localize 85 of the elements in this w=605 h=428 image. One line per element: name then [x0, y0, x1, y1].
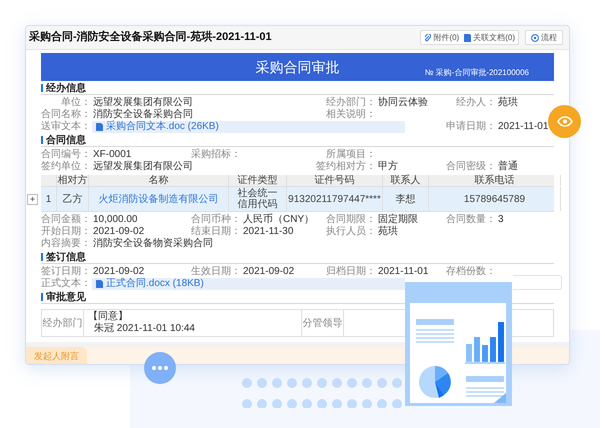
field-value: 2021-11-01 — [378, 266, 428, 278]
column-header: 证件类型 — [238, 175, 278, 186]
column-header: 联系电话 — [474, 175, 514, 186]
section-title: 签订信息 — [46, 250, 86, 264]
field-label: 生效日期： — [191, 266, 241, 278]
field-label: 送审文本： — [41, 121, 91, 133]
field-value: 2021-11-01 — [498, 121, 548, 133]
flow-button[interactable]: 流程 — [525, 30, 563, 45]
table-cell-text: 分管领导 — [302, 316, 342, 330]
approval-verdict: 【同意】 — [88, 311, 129, 322]
field-value: 远望发展集团有限公司 — [93, 161, 193, 173]
table-cell: 1 — [46, 194, 52, 204]
document-icon — [464, 34, 472, 42]
field-label: 正式文本： — [41, 278, 91, 290]
field-value: 普通 — [498, 161, 518, 173]
field-value: 2021-09-02 — [93, 266, 144, 278]
field-value: 2021-11-30 — [243, 226, 294, 238]
field-value: 2021-09-02 — [243, 266, 294, 278]
input-field[interactable] — [513, 275, 562, 290]
attachment-link[interactable]: 采购合同文本.doc (26KB) — [92, 121, 405, 133]
view-button[interactable] — [548, 105, 581, 138]
field-value: 3 — [498, 214, 504, 226]
field-label: 签约单位： — [41, 161, 91, 173]
field-label: 开始日期： — [41, 226, 91, 238]
eye-icon — [556, 116, 572, 127]
related-documents-button[interactable]: 关联文档(0) — [464, 32, 515, 44]
field-label: 合同编号： — [41, 149, 91, 160]
field-value: 甲方 — [378, 161, 398, 173]
company-link[interactable]: 火炬消防设备制造有限公司 — [98, 194, 218, 204]
column-header: 证件号码 — [314, 175, 354, 186]
field-value: 消防安全设备物资采购合同 — [93, 238, 213, 250]
field-value: 固定期限 — [378, 214, 418, 226]
field-label: 存档份数： — [446, 266, 496, 278]
field-value: 10,000.00 — [93, 214, 138, 226]
field-label: 合同数量： — [446, 214, 496, 226]
column-header: 名称 — [148, 175, 168, 186]
field-label: 结束日期： — [191, 226, 241, 238]
form-title: 采购合同审批 — [256, 58, 340, 76]
field-value: 消防安全设备采购合同 — [93, 109, 193, 120]
field-label: 签约相对方： — [316, 161, 376, 173]
field-value: 远望发展集团有限公司 — [93, 97, 193, 108]
field-label: 合同名称： — [41, 109, 91, 120]
field-value: 协同云体验 — [378, 97, 428, 109]
document-icon — [96, 123, 103, 131]
window-title: 采购合同-消防安全设备采购合同-苑珙-2021-11-01 — [29, 30, 272, 46]
section-title: 合同信息 — [46, 134, 86, 148]
field-label: 经办人： — [455, 97, 496, 109]
flow-icon — [531, 34, 539, 42]
field-label: 合同币种： — [191, 214, 241, 226]
section-title: 经办信息 — [46, 82, 86, 96]
field-label: 相关说明： — [325, 109, 376, 121]
table-cell: 乙方 — [62, 194, 82, 204]
table-cell: 91320211797447**** — [288, 194, 381, 204]
field-label: 经办部门： — [325, 97, 376, 108]
field-label: 内容摘要： — [41, 238, 91, 250]
table-cell: 15789645789 — [464, 194, 526, 204]
paperclip-icon — [424, 34, 432, 42]
field-value: 苑珙 — [378, 226, 398, 238]
field-label: 归档日期： — [325, 266, 376, 278]
field-value: 苑珙 — [498, 97, 518, 109]
column-header: 联系人 — [390, 175, 420, 186]
approval-signature: 朱冠 2021-11-01 10:44 — [93, 323, 196, 335]
field-label: 所属项目： — [325, 149, 376, 160]
table-cell: 李想 — [396, 194, 416, 204]
more-icon — [152, 366, 168, 370]
field-value: XF-0001 — [93, 149, 132, 160]
field-label: 采购招标： — [191, 149, 241, 161]
field-label: 签订日期： — [41, 266, 91, 278]
form-number: № 采购-合同审批-202100006 — [424, 67, 529, 79]
field-value: 2021-09-02 — [93, 226, 144, 238]
document-icon — [96, 280, 103, 288]
field-value: 人民币（CNY） — [243, 214, 314, 226]
expand-button[interactable]: + — [27, 194, 38, 205]
field-label: 申请日期： — [446, 121, 496, 133]
table-cell: 社会统一信用代码 — [236, 188, 278, 210]
field-label: 合同期限： — [325, 214, 376, 226]
field-label: 执行人员： — [325, 226, 376, 238]
table-cell-text: 经办部门 — [42, 316, 82, 330]
section-title: 审批意见 — [46, 290, 86, 304]
field-label: 合同密级： — [446, 161, 496, 173]
attachment-link[interactable]: 正式合同.docx (18KB) — [92, 278, 405, 290]
attachment-button[interactable]: 附件(0) — [424, 32, 460, 44]
field-label: 合同金额： — [41, 214, 91, 226]
field-label: 单位： — [60, 97, 91, 109]
column-header: 相对方 — [58, 175, 88, 186]
